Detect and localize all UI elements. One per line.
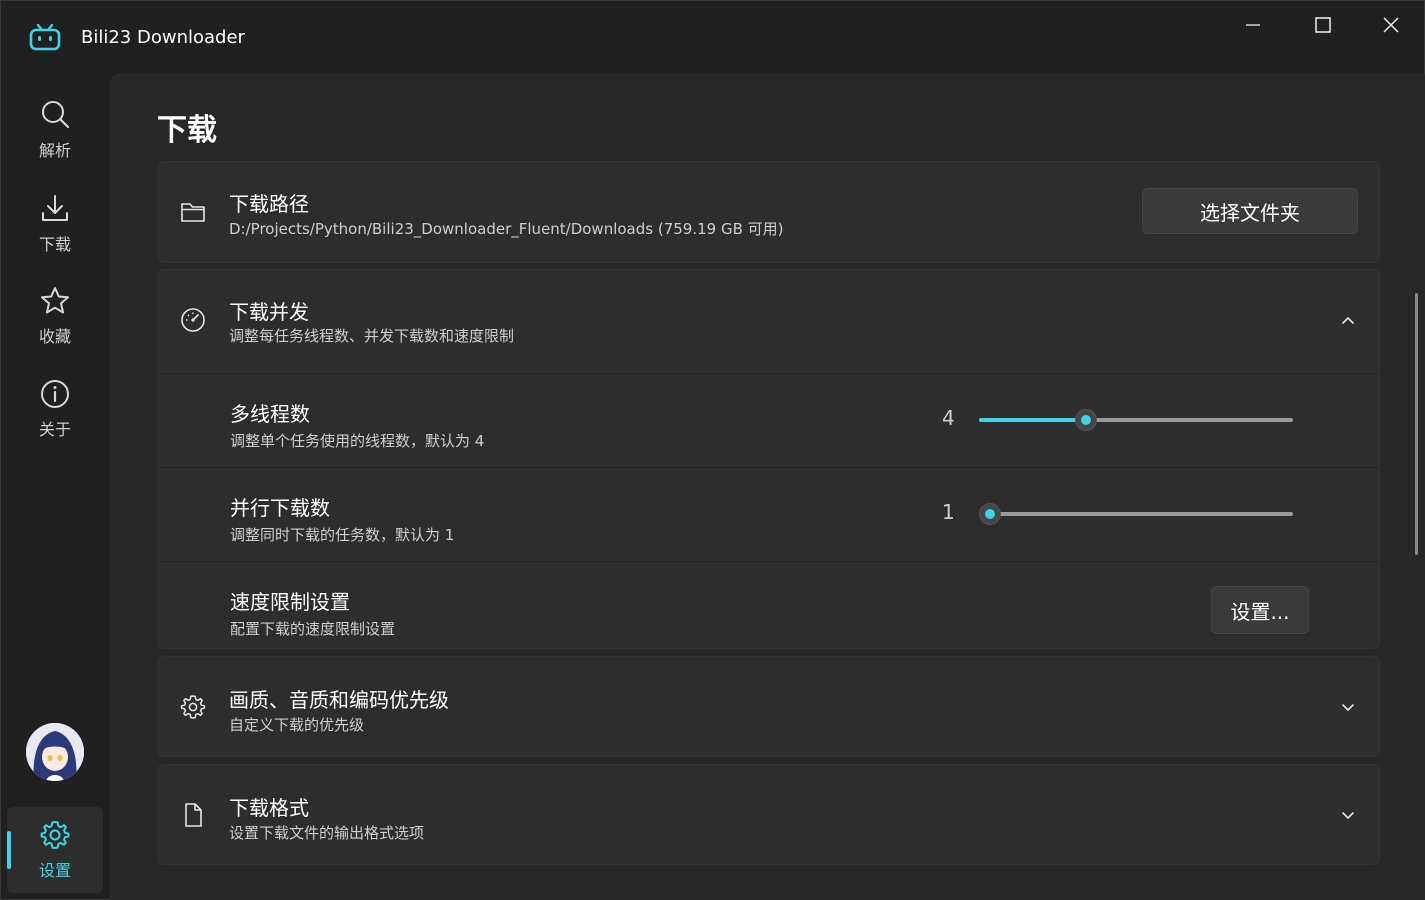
quality-priority-card[interactable]: 画质、音质和编码优先级 自定义下载的优先级 bbox=[158, 656, 1380, 757]
vertical-scrollbar[interactable] bbox=[1415, 293, 1418, 555]
maximize-icon bbox=[1315, 17, 1331, 33]
concurrency-description: 调整每任务线程数、并发下载数和速度限制 bbox=[229, 327, 515, 345]
download-icon bbox=[42, 195, 68, 221]
close-icon bbox=[1383, 17, 1399, 33]
quality-priority-title: 画质、音质和编码优先级 bbox=[229, 688, 449, 712]
concurrency-card: 下载并发 调整每任务线程数、并发下载数和速度限制 多线程数 调整单个任务使用的线… bbox=[158, 269, 1380, 649]
threads-slider[interactable] bbox=[979, 409, 1293, 431]
slider-fill bbox=[979, 418, 1087, 422]
minimize-button[interactable] bbox=[1219, 1, 1287, 49]
gear-icon bbox=[180, 695, 206, 719]
download-path-value: D:/Projects/Python/Bili23_Downloader_Flu… bbox=[229, 220, 784, 238]
download-path-card: 下载路径 D:/Projects/Python/Bili23_Downloade… bbox=[158, 161, 1380, 263]
sidebar-item-settings[interactable]: 设置 bbox=[7, 807, 103, 893]
sidebar-item-label: 下载 bbox=[38, 235, 71, 254]
sidebar-item-label: 设置 bbox=[38, 861, 71, 880]
selected-indicator bbox=[7, 831, 11, 869]
download-format-title: 下载格式 bbox=[229, 796, 309, 820]
parallel-value: 1 bbox=[942, 500, 955, 524]
slider-thumb[interactable] bbox=[979, 503, 1001, 525]
info-icon bbox=[41, 380, 69, 408]
folder-icon bbox=[181, 203, 205, 222]
threads-value: 4 bbox=[942, 406, 955, 430]
parallel-title: 并行下载数 bbox=[230, 496, 330, 520]
sidebar-item-label: 关于 bbox=[38, 420, 71, 439]
concurrency-title: 下载并发 bbox=[229, 300, 309, 324]
quality-priority-description: 自定义下载的优先级 bbox=[229, 716, 365, 734]
slider-thumb[interactable] bbox=[1075, 409, 1098, 431]
threads-description: 调整单个任务使用的线程数，默认为 4 bbox=[230, 432, 485, 450]
speed-limit-description: 配置下载的速度限制设置 bbox=[230, 620, 396, 638]
gear-icon bbox=[40, 821, 70, 849]
choose-folder-button[interactable]: 选择文件夹 bbox=[1142, 188, 1358, 234]
search-icon bbox=[42, 101, 70, 129]
threads-title: 多线程数 bbox=[230, 402, 310, 426]
page-title: 下载 bbox=[157, 113, 217, 148]
sidebar-item-about[interactable]: 关于 bbox=[7, 366, 103, 452]
sidebar-item-download[interactable]: 下载 bbox=[7, 181, 103, 267]
maximize-button[interactable] bbox=[1289, 1, 1357, 49]
app-window: Bili23 Downloader 解析 下载 收藏 关于 设置 下载 下载路径… bbox=[0, 0, 1425, 900]
threads-setting-row: 多线程数 调整单个任务使用的线程数，默认为 4 4 bbox=[159, 374, 1379, 468]
speed-limit-row: 速度限制设置 配置下载的速度限制设置 设置... bbox=[159, 562, 1379, 648]
speed-limit-settings-button[interactable]: 设置... bbox=[1211, 586, 1309, 634]
bilibili-tv-icon bbox=[29, 23, 61, 51]
sidebar-item-label: 收藏 bbox=[38, 327, 71, 346]
download-format-description: 设置下载文件的输出格式选项 bbox=[229, 824, 425, 842]
parallel-setting-row: 并行下载数 调整同时下载的任务数，默认为 1 1 bbox=[159, 468, 1379, 562]
speedometer-icon bbox=[181, 308, 205, 332]
sidebar-nav: 解析 下载 收藏 关于 设置 bbox=[1, 73, 109, 900]
chevron-down-icon[interactable] bbox=[1339, 806, 1357, 824]
download-path-title: 下载路径 bbox=[229, 192, 309, 216]
sidebar-item-favorites[interactable]: 收藏 bbox=[7, 273, 103, 359]
parallel-slider[interactable] bbox=[979, 503, 1293, 525]
slider-track bbox=[979, 512, 1293, 516]
settings-page: 下载 下载路径 D:/Projects/Python/Bili23_Downlo… bbox=[110, 74, 1425, 900]
avatar-image bbox=[26, 723, 84, 781]
download-format-card[interactable]: 下载格式 设置下载文件的输出格式选项 bbox=[158, 764, 1380, 865]
app-title: Bili23 Downloader bbox=[81, 27, 245, 48]
avatar[interactable] bbox=[26, 723, 84, 781]
chevron-down-icon[interactable] bbox=[1339, 698, 1357, 716]
close-button[interactable] bbox=[1357, 1, 1425, 49]
speed-limit-title: 速度限制设置 bbox=[230, 590, 350, 614]
document-icon bbox=[185, 803, 202, 827]
title-bar[interactable]: Bili23 Downloader bbox=[1, 1, 1424, 73]
sidebar-item-label: 解析 bbox=[38, 141, 71, 160]
star-icon bbox=[41, 287, 69, 314]
minimize-icon bbox=[1246, 24, 1260, 26]
chevron-up-icon[interactable] bbox=[1339, 312, 1357, 330]
sidebar-item-parse[interactable]: 解析 bbox=[7, 87, 103, 173]
parallel-description: 调整同时下载的任务数，默认为 1 bbox=[230, 526, 455, 544]
concurrency-header[interactable]: 下载并发 调整每任务线程数、并发下载数和速度限制 bbox=[159, 270, 1379, 374]
